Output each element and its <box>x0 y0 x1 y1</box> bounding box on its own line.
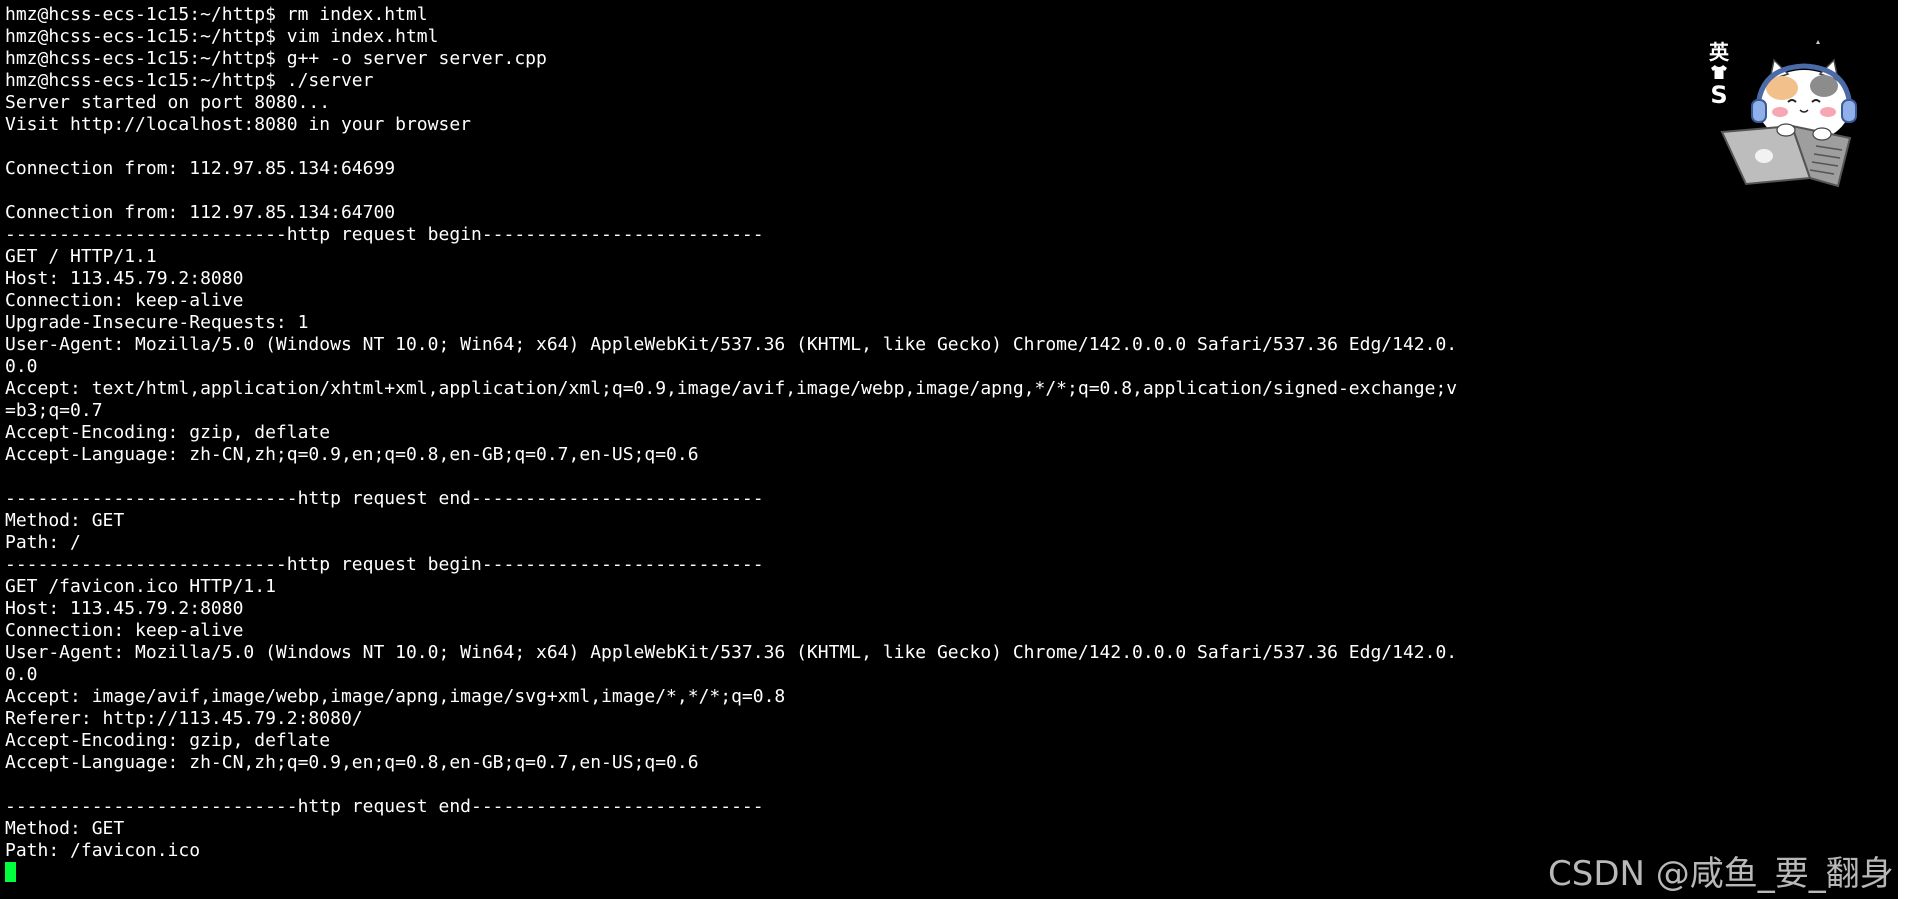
terminal-line: Connection: keep-alive <box>5 620 244 641</box>
terminal-line: Method: GET <box>5 818 125 839</box>
terminal-line: =b3;q=0.7 <box>5 400 103 421</box>
text-cursor <box>5 862 16 882</box>
terminal-line: Connection: keep-alive <box>5 290 244 311</box>
terminal-line: ---------------------------http request … <box>5 488 764 509</box>
cat-with-laptop-icon <box>1720 40 1857 188</box>
terminal-line: Accept: text/html,application/xhtml+xml,… <box>5 378 1458 399</box>
terminal-line: Accept-Language: zh-CN,zh;q=0.9,en;q=0.8… <box>5 444 699 465</box>
terminal-line: Connection from: 112.97.85.134:64699 <box>5 158 396 179</box>
terminal-line: Upgrade-Insecure-Requests: 1 <box>5 312 309 333</box>
terminal-line: Accept-Language: zh-CN,zh;q=0.9,en;q=0.8… <box>5 752 699 773</box>
terminal-line: GET / HTTP/1.1 <box>5 246 157 267</box>
terminal-line: User-Agent: Mozilla/5.0 (Windows NT 10.0… <box>5 642 1458 663</box>
terminal-line: Accept: image/avif,image/webp,image/apng… <box>5 686 786 707</box>
terminal-window[interactable]: hmz@hcss-ecs-1c15:~/http$ rm index.html … <box>0 0 1898 899</box>
terminal-line: 0.0 <box>5 664 38 685</box>
terminal-output: hmz@hcss-ecs-1c15:~/http$ rm index.html … <box>5 4 1457 884</box>
terminal-line: User-Agent: Mozilla/5.0 (Windows NT 10.0… <box>5 334 1458 355</box>
terminal-line: GET /favicon.ico HTTP/1.1 <box>5 576 276 597</box>
terminal-line: Path: /favicon.ico <box>5 840 201 861</box>
terminal-line: 0.0 <box>5 356 38 377</box>
terminal-line: Host: 113.45.79.2:8080 <box>5 598 244 619</box>
terminal-line: Accept-Encoding: gzip, deflate <box>5 730 331 751</box>
terminal-line: --------------------------http request b… <box>5 224 764 245</box>
terminal-line: Host: 113.45.79.2:8080 <box>5 268 244 289</box>
terminal-line: Referer: http://113.45.79.2:8080/ <box>5 708 363 729</box>
terminal-line: ---------------------------http request … <box>5 796 764 817</box>
terminal-line: hmz@hcss-ecs-1c15:~/http$ g++ -o server … <box>5 48 547 69</box>
terminal-line: Method: GET <box>5 510 125 531</box>
terminal-line: Path: / <box>5 532 81 553</box>
terminal-line: Server started on port 8080... <box>5 92 331 113</box>
terminal-line: hmz@hcss-ecs-1c15:~/http$ vim index.html <box>5 26 439 47</box>
terminal-line: Accept-Encoding: gzip, deflate <box>5 422 331 443</box>
terminal-line: Connection from: 112.97.85.134:64700 <box>5 202 396 223</box>
terminal-line: Visit http://localhost:8080 in your brow… <box>5 114 471 135</box>
terminal-line: hmz@hcss-ecs-1c15:~/http$ ./server <box>5 70 374 91</box>
window-edge <box>1898 0 1920 899</box>
terminal-cursor-line[interactable] <box>5 862 1457 884</box>
csdn-watermark: CSDN @咸鱼_要_翻身 <box>1548 854 1894 894</box>
terminal-line: hmz@hcss-ecs-1c15:~/http$ rm index.html <box>5 4 428 25</box>
terminal-line: --------------------------http request b… <box>5 554 764 575</box>
